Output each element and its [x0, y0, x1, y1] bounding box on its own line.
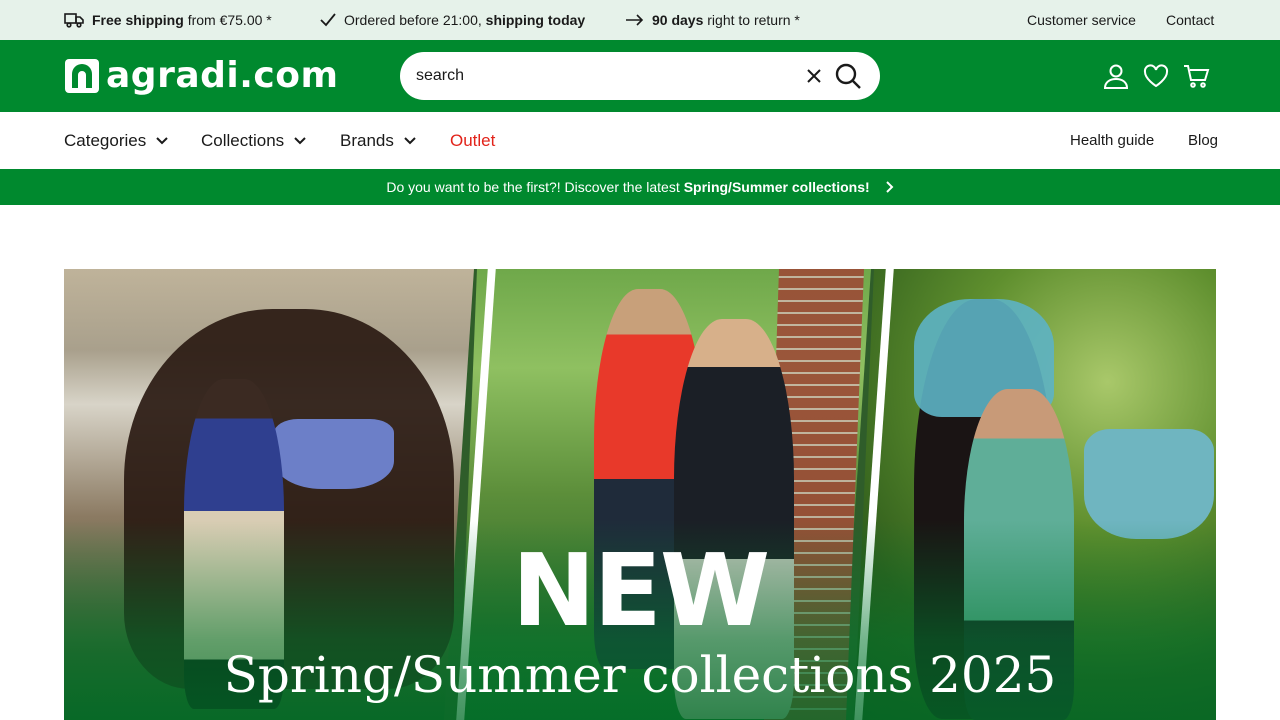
clear-search-icon[interactable]: [804, 66, 824, 86]
usp-returns-bold: 90 days: [652, 12, 704, 28]
chevron-right-icon: [885, 181, 894, 193]
logo-mark-icon: [65, 59, 99, 93]
site-header: agradi.com: [0, 40, 1280, 112]
search-icon[interactable]: [834, 62, 862, 90]
contact-link[interactable]: Contact: [1166, 0, 1214, 40]
nav-collections-label: Collections: [201, 130, 285, 150]
customer-service-link[interactable]: Customer service: [1027, 0, 1136, 40]
logo-text: agradi.com: [106, 55, 339, 96]
hero-headline: NEW: [511, 532, 770, 649]
nav-brands-label: Brands: [340, 130, 394, 150]
nav-outlet-label: Outlet: [450, 130, 496, 150]
hero-saddle-pad-blue: [274, 419, 394, 489]
usp-shipping-rest: from €75.00 *: [187, 12, 272, 28]
usp-returns-rest: right to return *: [707, 12, 800, 28]
chevron-down-icon: [156, 136, 168, 144]
usp-bar: Free shipping from €75.00 * Ordered befo…: [0, 0, 1280, 40]
nav-categories[interactable]: Categories: [64, 112, 168, 169]
check-icon: [320, 13, 336, 27]
truck-icon: [64, 13, 84, 28]
usp-ordered: Ordered before 21:00, shipping today: [320, 0, 585, 40]
hero-subline: Spring/Summer collections 2025: [223, 646, 1057, 704]
cart-icon[interactable]: [1182, 62, 1210, 90]
nav-collections[interactable]: Collections: [201, 112, 306, 169]
search-input[interactable]: [416, 52, 796, 100]
main-nav: Categories Collections Brands Outlet Hea…: [0, 112, 1280, 169]
promo-text: Do you want to be the first?! Discover t…: [386, 179, 680, 195]
usp-returns: 90 days right to return *: [626, 0, 800, 40]
nav-outlet[interactable]: Outlet: [450, 112, 495, 169]
logo[interactable]: agradi.com: [64, 57, 338, 95]
hero-banner[interactable]: NEW Spring/Summer collections 2025: [64, 269, 1216, 720]
usp-ordered-bold: shipping today: [485, 12, 586, 28]
chevron-down-icon: [404, 136, 416, 144]
usp-ordered-rest: Ordered before 21:00,: [344, 12, 482, 28]
nav-brands[interactable]: Brands: [340, 112, 416, 169]
nav-categories-label: Categories: [64, 130, 147, 150]
chevron-down-icon: [294, 136, 306, 144]
usp-shipping: Free shipping from €75.00 *: [64, 0, 272, 40]
search-box: [400, 52, 880, 100]
blog-link[interactable]: Blog: [1188, 112, 1218, 169]
heart-icon[interactable]: [1142, 62, 1170, 90]
promo-banner[interactable]: Do you want to be the first?! Discover t…: [0, 169, 1280, 205]
health-guide-link[interactable]: Health guide: [1070, 112, 1154, 169]
arrow-right-icon: [626, 14, 644, 26]
promo-bold: Spring/Summer collections!: [683, 179, 870, 195]
usp-shipping-bold: Free shipping: [92, 12, 184, 28]
account-icon[interactable]: [1102, 62, 1130, 90]
